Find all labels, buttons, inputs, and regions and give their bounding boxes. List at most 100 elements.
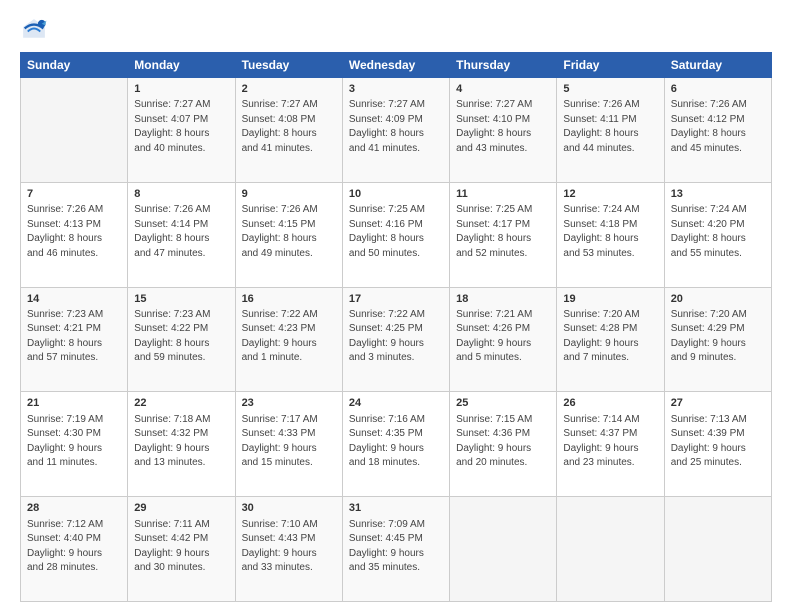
- cell-content: Sunrise: 7:10 AMSunset: 4:43 PMDaylight:…: [242, 518, 336, 576]
- calendar-row: 28 Sunrise: 7:12 AMSunset: 4:40 PMDayligh…: [21, 497, 772, 602]
- calendar-cell: 5Sunrise: 7:26 AMSunset: 4:11 PMDaylight…: [557, 78, 664, 183]
- calendar-cell: 3Sunrise: 7:27 AMSunset: 4:09 PMDaylight…: [342, 78, 449, 183]
- day-number: 31: [349, 501, 443, 516]
- cell-content: Sunrise: 7:20 AMSunset: 4:28 PMDaylight:…: [563, 308, 657, 366]
- cell-content: Sunrise: 7:17 AMSunset: 4:33 PMDaylight:…: [242, 413, 336, 471]
- day-number: 21: [27, 396, 121, 411]
- cell-content: Sunrise: 7:21 AMSunset: 4:26 PMDaylight:…: [456, 308, 550, 366]
- cell-content: Sunrise: 7:09 AMSunset: 4:45 PMDaylight:…: [349, 518, 443, 576]
- calendar-cell: 13Sunrise: 7:24 AMSunset: 4:20 PMDayligh…: [664, 182, 771, 287]
- calendar-cell: 6Sunrise: 7:26 AMSunset: 4:12 PMDaylight…: [664, 78, 771, 183]
- day-number: 28: [27, 501, 121, 516]
- calendar-cell: 15Sunrise: 7:23 AMSunset: 4:22 PMDayligh…: [128, 287, 235, 392]
- page: SundayMondayTuesdayWednesdayThursdayFrid…: [0, 0, 792, 612]
- weekday-header: Sunday: [21, 53, 128, 78]
- cell-content: Sunrise: 7:27 AMSunset: 4:07 PMDaylight:…: [134, 98, 228, 156]
- day-number: 27: [671, 396, 765, 411]
- calendar-cell: 1Sunrise: 7:27 AMSunset: 4:07 PMDaylight…: [128, 78, 235, 183]
- calendar-body: 1Sunrise: 7:27 AMSunset: 4:07 PMDaylight…: [21, 78, 772, 602]
- day-number: 8: [134, 187, 228, 202]
- calendar-cell: 9Sunrise: 7:26 AMSunset: 4:15 PMDaylight…: [235, 182, 342, 287]
- calendar-cell: 7Sunrise: 7:26 AMSunset: 4:13 PMDaylight…: [21, 182, 128, 287]
- day-number: 9: [242, 187, 336, 202]
- calendar-cell: 21 Sunrise: 7:19 AMSunset: 4:30 PMDayligh…: [21, 392, 128, 497]
- cell-content: Sunrise: 7:23 AMSunset: 4:21 PMDaylight:…: [27, 308, 121, 366]
- day-number: 12: [563, 187, 657, 202]
- day-number: 15: [134, 292, 228, 307]
- calendar-row: 14Sunrise: 7:23 AMSunset: 4:21 PMDayligh…: [21, 287, 772, 392]
- day-number: 17: [349, 292, 443, 307]
- calendar-cell: 8Sunrise: 7:26 AMSunset: 4:14 PMDaylight…: [128, 182, 235, 287]
- calendar-cell: 23 Sunrise: 7:17 AMSunset: 4:33 PMDayligh…: [235, 392, 342, 497]
- calendar-row: 1Sunrise: 7:27 AMSunset: 4:07 PMDaylight…: [21, 78, 772, 183]
- calendar-header: SundayMondayTuesdayWednesdayThursdayFrid…: [21, 53, 772, 78]
- calendar-cell: 31 Sunrise: 7:09 AMSunset: 4:45 PMDayligh…: [342, 497, 449, 602]
- calendar-cell: [557, 497, 664, 602]
- calendar-cell: 18Sunrise: 7:21 AMSunset: 4:26 PMDayligh…: [450, 287, 557, 392]
- calendar-cell: 28 Sunrise: 7:12 AMSunset: 4:40 PMDayligh…: [21, 497, 128, 602]
- cell-content: Sunrise: 7:16 AMSunset: 4:35 PMDaylight:…: [349, 413, 443, 471]
- calendar-cell: 12Sunrise: 7:24 AMSunset: 4:18 PMDayligh…: [557, 182, 664, 287]
- cell-content: Sunrise: 7:23 AMSunset: 4:22 PMDaylight:…: [134, 308, 228, 366]
- calendar-cell: 30 Sunrise: 7:10 AMSunset: 4:43 PMDayligh…: [235, 497, 342, 602]
- calendar-cell: [21, 78, 128, 183]
- calendar-cell: 20Sunrise: 7:20 AMSunset: 4:29 PMDayligh…: [664, 287, 771, 392]
- day-number: 6: [671, 82, 765, 97]
- weekday-header: Saturday: [664, 53, 771, 78]
- day-number: 2: [242, 82, 336, 97]
- day-number: 14: [27, 292, 121, 307]
- day-number: 23: [242, 396, 336, 411]
- logo: [20, 16, 52, 44]
- cell-content: Sunrise: 7:24 AMSunset: 4:18 PMDaylight:…: [563, 203, 657, 261]
- calendar-cell: 16Sunrise: 7:22 AMSunset: 4:23 PMDayligh…: [235, 287, 342, 392]
- calendar-cell: 10Sunrise: 7:25 AMSunset: 4:16 PMDayligh…: [342, 182, 449, 287]
- cell-content: Sunrise: 7:15 AMSunset: 4:36 PMDaylight:…: [456, 413, 550, 471]
- day-number: 1: [134, 82, 228, 97]
- calendar-cell: 29 Sunrise: 7:11 AMSunset: 4:42 PMDayligh…: [128, 497, 235, 602]
- day-number: 4: [456, 82, 550, 97]
- calendar-cell: 26 Sunrise: 7:14 AMSunset: 4:37 PMDayligh…: [557, 392, 664, 497]
- day-number: 29: [134, 501, 228, 516]
- calendar-cell: 19Sunrise: 7:20 AMSunset: 4:28 PMDayligh…: [557, 287, 664, 392]
- cell-content: Sunrise: 7:27 AMSunset: 4:09 PMDaylight:…: [349, 98, 443, 156]
- cell-content: Sunrise: 7:11 AMSunset: 4:42 PMDaylight:…: [134, 518, 228, 576]
- day-number: 7: [27, 187, 121, 202]
- cell-content: Sunrise: 7:12 AMSunset: 4:40 PMDaylight:…: [27, 518, 121, 576]
- cell-content: Sunrise: 7:20 AMSunset: 4:29 PMDaylight:…: [671, 308, 765, 366]
- header: [20, 16, 772, 44]
- cell-content: Sunrise: 7:25 AMSunset: 4:17 PMDaylight:…: [456, 203, 550, 261]
- logo-icon: [20, 16, 48, 44]
- calendar-cell: [450, 497, 557, 602]
- cell-content: Sunrise: 7:26 AMSunset: 4:15 PMDaylight:…: [242, 203, 336, 261]
- cell-content: Sunrise: 7:14 AMSunset: 4:37 PMDaylight:…: [563, 413, 657, 471]
- cell-content: Sunrise: 7:26 AMSunset: 4:12 PMDaylight:…: [671, 98, 765, 156]
- calendar-cell: 14Sunrise: 7:23 AMSunset: 4:21 PMDayligh…: [21, 287, 128, 392]
- calendar-cell: 2Sunrise: 7:27 AMSunset: 4:08 PMDaylight…: [235, 78, 342, 183]
- cell-content: Sunrise: 7:18 AMSunset: 4:32 PMDaylight:…: [134, 413, 228, 471]
- day-number: 5: [563, 82, 657, 97]
- cell-content: Sunrise: 7:26 AMSunset: 4:13 PMDaylight:…: [27, 203, 121, 261]
- day-number: 18: [456, 292, 550, 307]
- cell-content: Sunrise: 7:22 AMSunset: 4:25 PMDaylight:…: [349, 308, 443, 366]
- calendar-cell: 22 Sunrise: 7:18 AMSunset: 4:32 PMDayligh…: [128, 392, 235, 497]
- cell-content: Sunrise: 7:26 AMSunset: 4:14 PMDaylight:…: [134, 203, 228, 261]
- day-number: 20: [671, 292, 765, 307]
- calendar-cell: 11Sunrise: 7:25 AMSunset: 4:17 PMDayligh…: [450, 182, 557, 287]
- calendar-cell: 24Sunrise: 7:16 AMSunset: 4:35 PMDayligh…: [342, 392, 449, 497]
- weekday-header: Monday: [128, 53, 235, 78]
- day-number: 25: [456, 396, 550, 411]
- day-number: 26: [563, 396, 657, 411]
- day-number: 22: [134, 396, 228, 411]
- cell-content: Sunrise: 7:26 AMSunset: 4:11 PMDaylight:…: [563, 98, 657, 156]
- day-number: 19: [563, 292, 657, 307]
- calendar-row: 7Sunrise: 7:26 AMSunset: 4:13 PMDaylight…: [21, 182, 772, 287]
- day-number: 30: [242, 501, 336, 516]
- weekday-header: Friday: [557, 53, 664, 78]
- calendar-cell: 25 Sunrise: 7:15 AMSunset: 4:36 PMDayligh…: [450, 392, 557, 497]
- cell-content: Sunrise: 7:19 AMSunset: 4:30 PMDaylight:…: [27, 413, 121, 471]
- day-number: 10: [349, 187, 443, 202]
- calendar-cell: 27Sunrise: 7:13 AMSunset: 4:39 PMDayligh…: [664, 392, 771, 497]
- cell-content: Sunrise: 7:22 AMSunset: 4:23 PMDaylight:…: [242, 308, 336, 366]
- calendar-cell: 17Sunrise: 7:22 AMSunset: 4:25 PMDayligh…: [342, 287, 449, 392]
- weekday-header: Wednesday: [342, 53, 449, 78]
